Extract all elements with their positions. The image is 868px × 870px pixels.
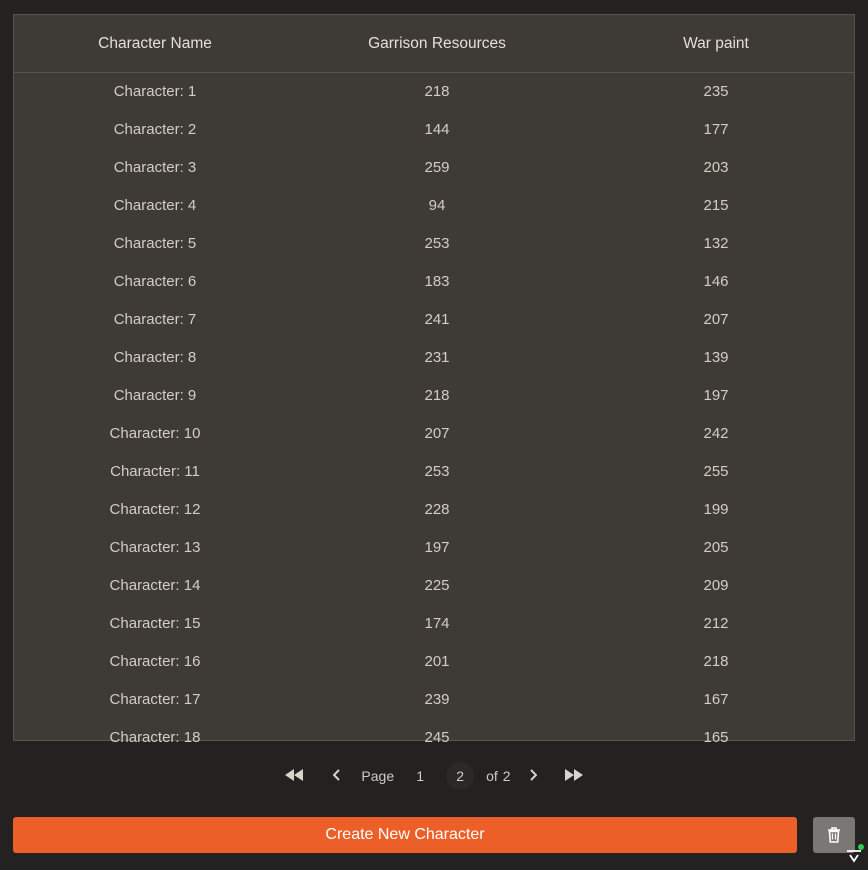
trash-icon — [828, 827, 840, 843]
character-name-cell: Character: 16 — [109, 652, 201, 670]
war-paint-cell: 207 — [703, 310, 729, 328]
garrison-resources-cell: 183 — [424, 272, 450, 290]
war-paint-cell: 139 — [703, 348, 729, 366]
garrison-resources-cell: 228 — [424, 500, 450, 518]
previous-page-button[interactable] — [332, 768, 341, 784]
garrison-resources-cell: 144 — [424, 120, 450, 138]
characters-table: Character Name Garrison Resources War pa… — [14, 15, 854, 756]
character-name-cell: Character: 10 — [109, 424, 201, 442]
table-row[interactable]: Character: 11 253 255 — [14, 452, 854, 490]
character-name-cell: Character: 1 — [113, 82, 197, 100]
character-name-cell: Character: 18 — [109, 728, 201, 746]
war-paint-cell: 199 — [703, 500, 729, 518]
table-row[interactable]: Character: 4 94 215 — [14, 186, 854, 224]
page-label: Page — [361, 768, 395, 784]
chevron-left-icon — [332, 769, 341, 781]
garrison-resources-cell: 241 — [424, 310, 450, 328]
garrison-resources-cell: 218 — [424, 386, 450, 404]
table-row[interactable]: Character: 1 218 235 — [14, 73, 854, 111]
page-2-current[interactable]: 2 — [446, 762, 475, 790]
table-row[interactable]: Character: 2 144 177 — [14, 110, 854, 148]
of-label: of — [486, 768, 498, 784]
table-row[interactable]: Character: 7 241 207 — [14, 300, 854, 338]
page-1-button[interactable]: 1 — [406, 762, 434, 790]
garrison-resources-cell: 259 — [424, 158, 450, 176]
garrison-resources-cell: 225 — [424, 576, 450, 594]
war-paint-cell: 212 — [703, 614, 729, 632]
garrison-resources-cell: 245 — [424, 728, 450, 746]
war-paint-cell: 177 — [703, 120, 729, 138]
table-row[interactable]: Character: 8 231 139 — [14, 338, 854, 376]
table-row[interactable]: Character: 5 253 132 — [14, 224, 854, 262]
war-paint-cell: 146 — [703, 272, 729, 290]
table-row[interactable]: Character: 6 183 146 — [14, 262, 854, 300]
garrison-resources-cell: 231 — [424, 348, 450, 366]
war-paint-cell: 218 — [703, 652, 729, 670]
table-row[interactable]: Character: 14 225 209 — [14, 566, 854, 604]
character-name-cell: Character: 11 — [110, 462, 200, 480]
war-paint-cell: 165 — [703, 728, 729, 746]
extension-logo-icon[interactable] — [843, 843, 867, 867]
characters-table-container: Character Name Garrison Resources War pa… — [13, 14, 855, 746]
next-page-button[interactable] — [529, 768, 538, 784]
character-name-cell: Character: 17 — [109, 690, 201, 708]
garrison-resources-cell: 94 — [428, 196, 446, 214]
garrison-resources-cell: 207 — [424, 424, 450, 442]
garrison-resources-cell: 197 — [424, 538, 450, 556]
character-name-cell: Character: 6 — [113, 272, 197, 290]
character-name-cell: Character: 14 — [109, 576, 201, 594]
table-row[interactable]: Character: 9 218 197 — [14, 376, 854, 414]
character-name-cell: Character: 3 — [113, 158, 197, 176]
garrison-resources-cell: 201 — [424, 652, 450, 670]
table-row[interactable]: Character: 13 197 205 — [14, 528, 854, 566]
war-paint-cell: 255 — [703, 462, 729, 480]
table-row[interactable]: Character: 12 228 199 — [14, 490, 854, 528]
table-row[interactable]: Character: 16 201 218 — [14, 642, 854, 680]
war-paint-cell: 197 — [703, 386, 729, 404]
character-name-cell: Character: 5 — [113, 234, 197, 252]
pagination: Page 1 2 of 2 — [0, 762, 868, 790]
war-paint-cell: 132 — [703, 234, 729, 252]
war-paint-cell: 242 — [703, 424, 729, 442]
character-name-cell: Character: 8 — [113, 348, 197, 366]
table-row[interactable]: Character: 3 259 203 — [14, 148, 854, 186]
total-pages: 2 — [502, 768, 511, 784]
create-new-character-button[interactable]: Create New Character — [13, 817, 797, 853]
war-paint-cell: 215 — [703, 196, 729, 214]
war-paint-cell: 205 — [703, 538, 729, 556]
war-paint-cell: 167 — [703, 690, 729, 708]
first-page-button[interactable] — [285, 768, 304, 784]
garrison-resources-cell: 174 — [424, 614, 450, 632]
character-name-cell: Character: 13 — [109, 538, 201, 556]
war-paint-cell: 209 — [703, 576, 729, 594]
table-row[interactable]: Character: 18 245 165 — [14, 718, 854, 756]
double-chevron-right-icon — [564, 769, 583, 781]
table-row[interactable]: Character: 17 239 167 — [14, 680, 854, 718]
column-header-war-paint[interactable]: War paint — [578, 15, 854, 73]
character-name-cell: Character: 4 — [113, 196, 197, 214]
table-row[interactable]: Character: 10 207 242 — [14, 414, 854, 452]
character-name-cell: Character: 9 — [113, 386, 197, 404]
chevron-right-icon — [529, 769, 538, 781]
double-chevron-left-icon — [285, 769, 304, 781]
garrison-resources-cell: 253 — [424, 234, 450, 252]
column-header-character-name[interactable]: Character Name — [14, 15, 296, 73]
character-name-cell: Character: 12 — [109, 500, 201, 518]
garrison-resources-cell: 239 — [424, 690, 450, 708]
garrison-resources-cell: 253 — [424, 462, 450, 480]
character-name-cell: Character: 7 — [113, 310, 197, 328]
character-name-cell: Character: 2 — [113, 120, 197, 138]
character-name-cell: Character: 15 — [109, 614, 201, 632]
war-paint-cell: 203 — [703, 158, 729, 176]
last-page-button[interactable] — [564, 768, 583, 784]
column-header-garrison-resources[interactable]: Garrison Resources — [296, 15, 578, 73]
garrison-resources-cell: 218 — [424, 82, 450, 100]
table-row[interactable]: Character: 15 174 212 — [14, 604, 854, 642]
table-header-row: Character Name Garrison Resources War pa… — [14, 15, 854, 73]
war-paint-cell: 235 — [703, 82, 729, 100]
